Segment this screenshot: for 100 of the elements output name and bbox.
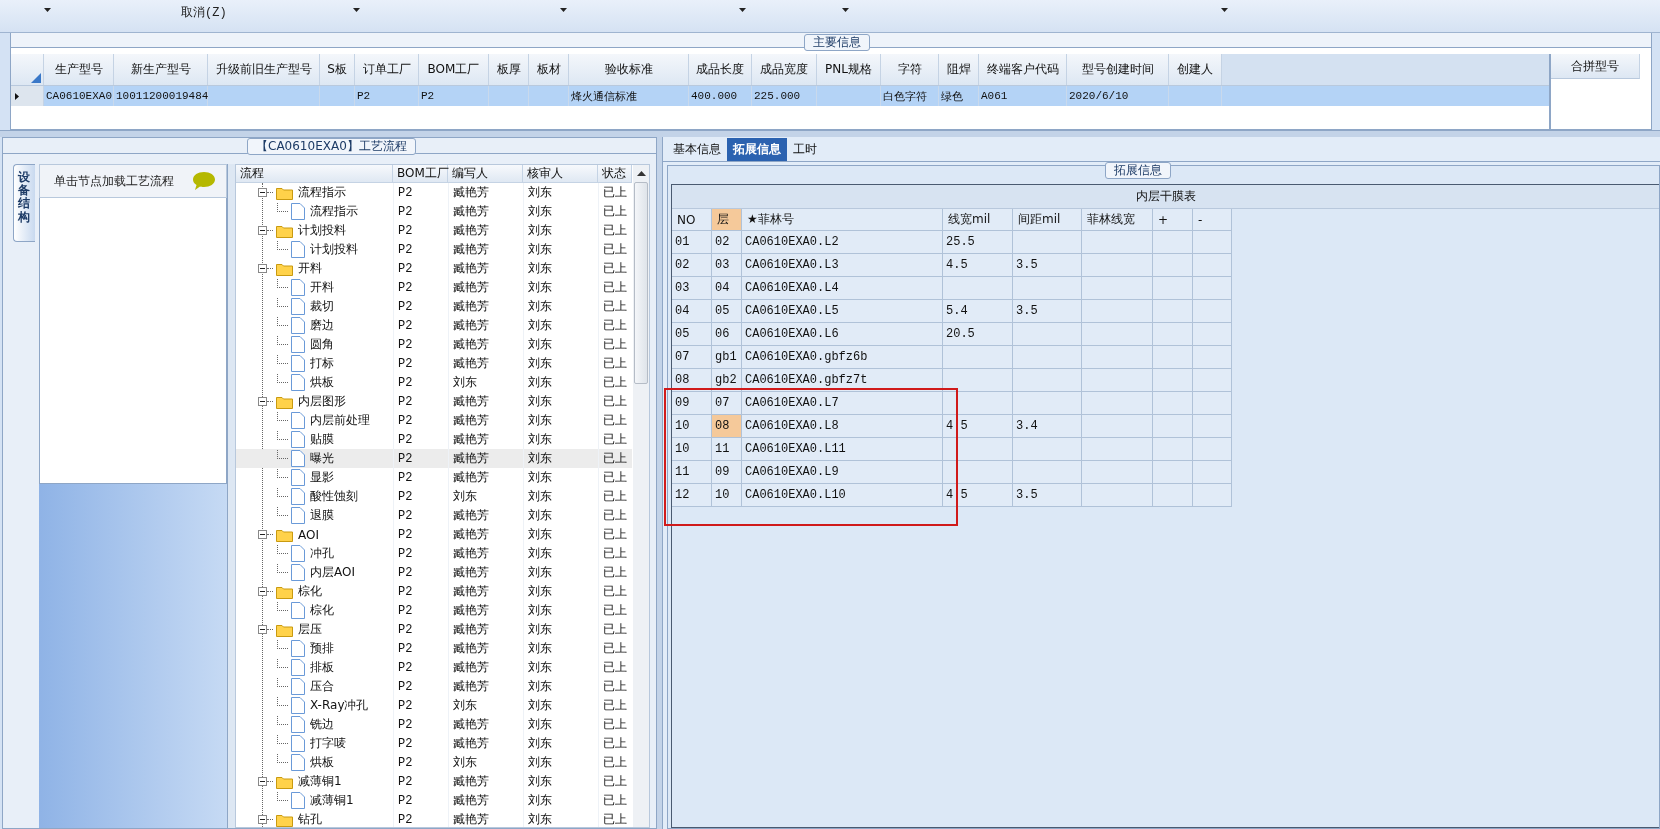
tree-row[interactable]: 流程指示 P2 臧艳芳 刘东 已上 <box>236 202 632 221</box>
tree-row[interactable]: 钻孔 P2 臧艳芳 刘东 已上 <box>236 810 632 827</box>
table-cell[interactable] <box>1153 415 1193 438</box>
table-cell[interactable] <box>943 277 1013 300</box>
table-cell[interactable]: 5.4 <box>943 300 1013 323</box>
table-cell[interactable]: 01 <box>672 231 712 254</box>
table-cell[interactable] <box>1082 438 1153 461</box>
dropdown-caret-icon[interactable] <box>1220 8 1228 12</box>
column-header[interactable]: + <box>1153 209 1193 231</box>
column-header[interactable]: BOM工厂 <box>419 54 489 85</box>
collapse-toggle-icon[interactable] <box>258 777 267 786</box>
table-cell[interactable] <box>1193 438 1232 461</box>
table-cell[interactable] <box>1013 323 1082 346</box>
table-cell[interactable]: CA0610EXA0.gbfz7t <box>742 369 943 392</box>
table-cell[interactable] <box>1193 300 1232 323</box>
tree-row[interactable]: 内层图形 P2 臧艳芳 刘东 已上 <box>236 392 632 411</box>
collapse-toggle-icon[interactable] <box>258 264 267 273</box>
table-cell[interactable] <box>1082 461 1153 484</box>
table-cell[interactable]: 07 <box>672 346 712 369</box>
table-row[interactable]: CA0610EXA0 10011200019484 P2 P2 烽火通信标准 400.000 225.000 白色字符 绿色 A061 2020/6/10 <box>11 86 1549 106</box>
table-cell[interactable]: 20.5 <box>943 323 1013 346</box>
column-header[interactable]: S板 <box>320 54 355 85</box>
table-cell[interactable]: gb1 <box>712 346 742 369</box>
tree-row[interactable]: 曝光 P2 臧艳芳 刘东 已上 <box>236 449 632 468</box>
collapse-toggle-icon[interactable] <box>258 530 267 539</box>
tab[interactable]: 工时 <box>787 138 823 161</box>
table-cell[interactable] <box>1153 369 1193 392</box>
table-cell[interactable]: CA0610EXA0.L6 <box>742 323 943 346</box>
tree-row[interactable]: 酸性蚀刻 P2 刘东 刘东 已上 <box>236 487 632 506</box>
tree-row[interactable]: AOI P2 臧艳芳 刘东 已上 <box>236 525 632 544</box>
side-tab[interactable]: 设备结构 <box>13 164 35 242</box>
table-cell[interactable] <box>1193 461 1232 484</box>
table-cell[interactable] <box>1153 300 1193 323</box>
table-cell[interactable] <box>1153 484 1193 507</box>
table-cell[interactable] <box>1153 254 1193 277</box>
column-header[interactable]: 成品宽度 <box>752 54 817 85</box>
column-header[interactable]: 板厚 <box>489 54 529 85</box>
table-cell[interactable] <box>1082 323 1153 346</box>
splitter-handle[interactable] <box>657 137 662 829</box>
table-cell[interactable] <box>1082 392 1153 415</box>
tree-row[interactable]: 退膜 P2 臧艳芳 刘东 已上 <box>236 506 632 525</box>
dropdown-caret-icon[interactable] <box>352 8 360 12</box>
table-cell[interactable]: 03 <box>712 254 742 277</box>
table-cell[interactable] <box>943 369 1013 392</box>
column-header[interactable]: 状态 <box>598 165 632 182</box>
dropdown-caret-icon[interactable] <box>559 8 567 12</box>
table-cell[interactable] <box>1153 461 1193 484</box>
column-header[interactable]: 核审人 <box>523 165 598 182</box>
table-cell[interactable] <box>1013 461 1082 484</box>
table-cell[interactable] <box>1153 346 1193 369</box>
column-header[interactable]: 型号创建时间 <box>1067 54 1169 85</box>
table-cell[interactable] <box>1082 254 1153 277</box>
dropdown-caret-icon[interactable] <box>738 8 746 12</box>
column-header[interactable]: 阻焊 <box>939 54 979 85</box>
table-cell[interactable]: CA0610EXA0.L2 <box>742 231 943 254</box>
tree-row[interactable]: 计划投料 P2 臧艳芳 刘东 已上 <box>236 221 632 240</box>
column-header[interactable]: PNL规格 <box>817 54 881 85</box>
tree-row[interactable]: 层压 P2 臧艳芳 刘东 已上 <box>236 620 632 639</box>
collapse-toggle-icon[interactable] <box>258 188 267 197</box>
table-cell[interactable]: 12 <box>672 484 712 507</box>
tree-row[interactable]: X-Ray冲孔 P2 刘东 刘东 已上 <box>236 696 632 715</box>
table-cell[interactable] <box>1193 415 1232 438</box>
tree-row[interactable]: 显影 P2 臧艳芳 刘东 已上 <box>236 468 632 487</box>
table-cell[interactable] <box>1193 346 1232 369</box>
table-cell[interactable]: CA0610EXA0.L10 <box>742 484 943 507</box>
table-cell[interactable] <box>943 438 1013 461</box>
splitter-handle[interactable] <box>0 130 1660 137</box>
table-cell[interactable] <box>943 346 1013 369</box>
tree-row[interactable]: 排板 P2 臧艳芳 刘东 已上 <box>236 658 632 677</box>
table-cell[interactable]: CA0610EXA0.L3 <box>742 254 943 277</box>
tree-row[interactable]: 磨边 P2 臧艳芳 刘东 已上 <box>236 316 632 335</box>
table-cell[interactable]: 05 <box>712 300 742 323</box>
column-header[interactable]: 订单工厂 <box>355 54 419 85</box>
table-cell[interactable]: 04 <box>672 300 712 323</box>
tree-row[interactable]: 打标 P2 臧艳芳 刘东 已上 <box>236 354 632 373</box>
table-cell[interactable]: 11 <box>672 461 712 484</box>
column-header[interactable]: 线宽mil <box>943 209 1013 231</box>
table-cell[interactable]: 08 <box>672 369 712 392</box>
collapse-toggle-icon[interactable] <box>258 815 267 824</box>
column-header[interactable]: 新生产型号 <box>114 54 208 85</box>
column-header[interactable]: 板材 <box>529 54 569 85</box>
tree-row[interactable]: 开料 P2 臧艳芳 刘东 已上 <box>236 278 632 297</box>
table-cell[interactable] <box>1153 231 1193 254</box>
column-header[interactable]: - <box>1193 209 1232 231</box>
table-cell[interactable] <box>1082 300 1153 323</box>
scrollbar[interactable] <box>633 165 649 827</box>
table-cell[interactable]: CA0610EXA0.L11 <box>742 438 943 461</box>
table-cell[interactable]: 06 <box>712 323 742 346</box>
tree-row[interactable]: 裁切 P2 臧艳芳 刘东 已上 <box>236 297 632 316</box>
table-cell[interactable]: 09 <box>672 392 712 415</box>
collapse-toggle-icon[interactable] <box>258 625 267 634</box>
table-cell[interactable]: 10 <box>672 415 712 438</box>
table-cell[interactable]: 07 <box>712 392 742 415</box>
table-cell[interactable] <box>1082 369 1153 392</box>
table-cell[interactable] <box>1082 231 1153 254</box>
table-cell[interactable] <box>1153 438 1193 461</box>
table-cell[interactable]: 09 <box>712 461 742 484</box>
scroll-up-icon[interactable] <box>636 171 646 176</box>
table-cell[interactable]: CA0610EXA0.L9 <box>742 461 943 484</box>
column-header[interactable]: 间距mil <box>1013 209 1082 231</box>
